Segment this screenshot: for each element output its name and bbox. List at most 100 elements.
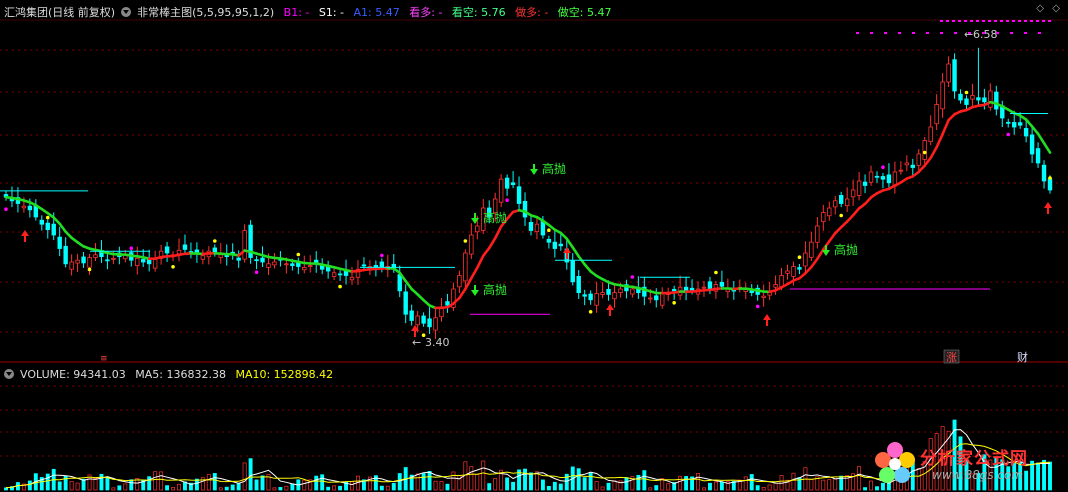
- trend-line-segment: [935, 132, 944, 149]
- candle-body: [958, 93, 963, 101]
- volume-bar: [427, 471, 432, 491]
- candle-body: [850, 189, 856, 198]
- ma5-value: MA5: 136832.38: [135, 368, 226, 381]
- candle-body: [260, 257, 265, 263]
- signal-dot: [714, 270, 718, 275]
- volume-bar: [272, 487, 277, 491]
- candle-body: [856, 180, 862, 196]
- event-marker: ≡: [100, 354, 108, 364]
- volume-bar: [523, 468, 527, 491]
- volume-bar: [439, 481, 444, 491]
- candle-body: [922, 140, 927, 160]
- sell-arrow-icon: [530, 164, 538, 175]
- candle-body: [994, 91, 999, 110]
- signal-dot: [505, 198, 509, 202]
- candle-body: [421, 315, 426, 324]
- volume-bar: [433, 480, 438, 491]
- candle-body: [815, 225, 820, 243]
- volume-bar: [284, 485, 289, 491]
- volume-bar: [254, 479, 259, 491]
- signal-dot: [1048, 176, 1052, 180]
- volume-dropdown-icon[interactable]: [4, 369, 14, 379]
- gaopao-label: 高抛: [483, 282, 507, 297]
- candle-body: [528, 221, 534, 231]
- candle-body: [141, 259, 146, 263]
- volume-bar: [558, 483, 563, 491]
- buy-arrow-icon: [563, 247, 571, 259]
- kankong-value: 看空: 5.76: [451, 6, 506, 19]
- signal-dot: [338, 284, 342, 289]
- signal-dot: [380, 253, 384, 258]
- volume-value: VOLUME: 94341.03: [20, 368, 126, 381]
- candle-body: [272, 261, 277, 266]
- candle-body: [886, 174, 892, 184]
- candle-body: [284, 263, 289, 266]
- volume-bar: [755, 485, 760, 491]
- indicator-dropdown-icon[interactable]: [121, 7, 132, 17]
- candle-body: [361, 264, 367, 267]
- volume-bar: [702, 487, 706, 491]
- candle-body: [182, 244, 188, 250]
- volume-bar: [511, 481, 516, 491]
- zuokong-value: 做空: 5.47: [557, 6, 612, 19]
- candle-body: [57, 236, 62, 249]
- volume-bar: [749, 474, 754, 491]
- candle-body: [797, 267, 802, 270]
- volume-bar: [278, 486, 283, 491]
- s1-value: S1: -: [318, 6, 345, 19]
- volume-header: VOLUME: 94341.03 MA5: 136832.38 MA10: 15…: [4, 367, 339, 383]
- candle-body: [1006, 121, 1011, 124]
- trend-line-segment: [1024, 118, 1034, 128]
- trend-line-segment: [845, 213, 855, 223]
- candle-body: [582, 294, 587, 297]
- candle-body: [785, 270, 790, 274]
- volume-bar: [833, 478, 838, 491]
- trend-line-segment: [941, 118, 950, 136]
- signal-dot: [755, 304, 760, 309]
- top-marker: [1036, 20, 1039, 22]
- candle-body: [87, 257, 92, 268]
- volume-bar: [153, 471, 158, 491]
- volume-bar: [648, 487, 653, 491]
- candle-body: [898, 169, 904, 172]
- candle-body: [308, 265, 313, 268]
- candle-body: [27, 205, 33, 211]
- volume-bar: [761, 486, 766, 491]
- candle-body: [606, 288, 611, 295]
- volume-bar: [194, 478, 199, 491]
- candle-body: [325, 266, 331, 272]
- gaopao-label: 高抛: [542, 161, 566, 176]
- candle-body: [618, 288, 623, 293]
- candle-body: [164, 246, 170, 254]
- volume-bar: [117, 485, 122, 491]
- trend-line-segment: [565, 237, 575, 249]
- top-marker: [968, 32, 971, 34]
- top-marker: [1024, 20, 1027, 22]
- signal-dot: [87, 267, 92, 272]
- candle-body: [612, 292, 617, 300]
- low-price-label: 3.40: [425, 336, 450, 349]
- volume-bar: [206, 474, 211, 491]
- candle-body: [409, 310, 414, 321]
- signal-dot: [797, 255, 802, 259]
- volume-bar: [45, 473, 50, 491]
- indicator-title[interactable]: 非常棒主图(5,5,95,95,1,2): [137, 6, 274, 19]
- volume-bar: [242, 462, 247, 491]
- b1-value: B1: -: [283, 6, 310, 19]
- candle-body: [510, 182, 516, 186]
- volume-bar: [588, 472, 593, 491]
- signal-dot: [129, 246, 134, 250]
- candle-body: [445, 301, 450, 306]
- volume-bar: [821, 479, 826, 491]
- diamond-icon[interactable]: ◇: [1036, 3, 1044, 14]
- low-pointer: ←: [412, 336, 421, 349]
- candle-body: [868, 171, 874, 183]
- expand-icon[interactable]: ◇: [1052, 3, 1060, 14]
- volume-bar: [379, 485, 384, 491]
- candle-body: [218, 254, 223, 258]
- candle-body: [946, 63, 951, 83]
- candle-body: [988, 90, 993, 108]
- candle-body: [51, 223, 56, 236]
- candle-body: [964, 98, 969, 105]
- candle-body: [910, 164, 915, 168]
